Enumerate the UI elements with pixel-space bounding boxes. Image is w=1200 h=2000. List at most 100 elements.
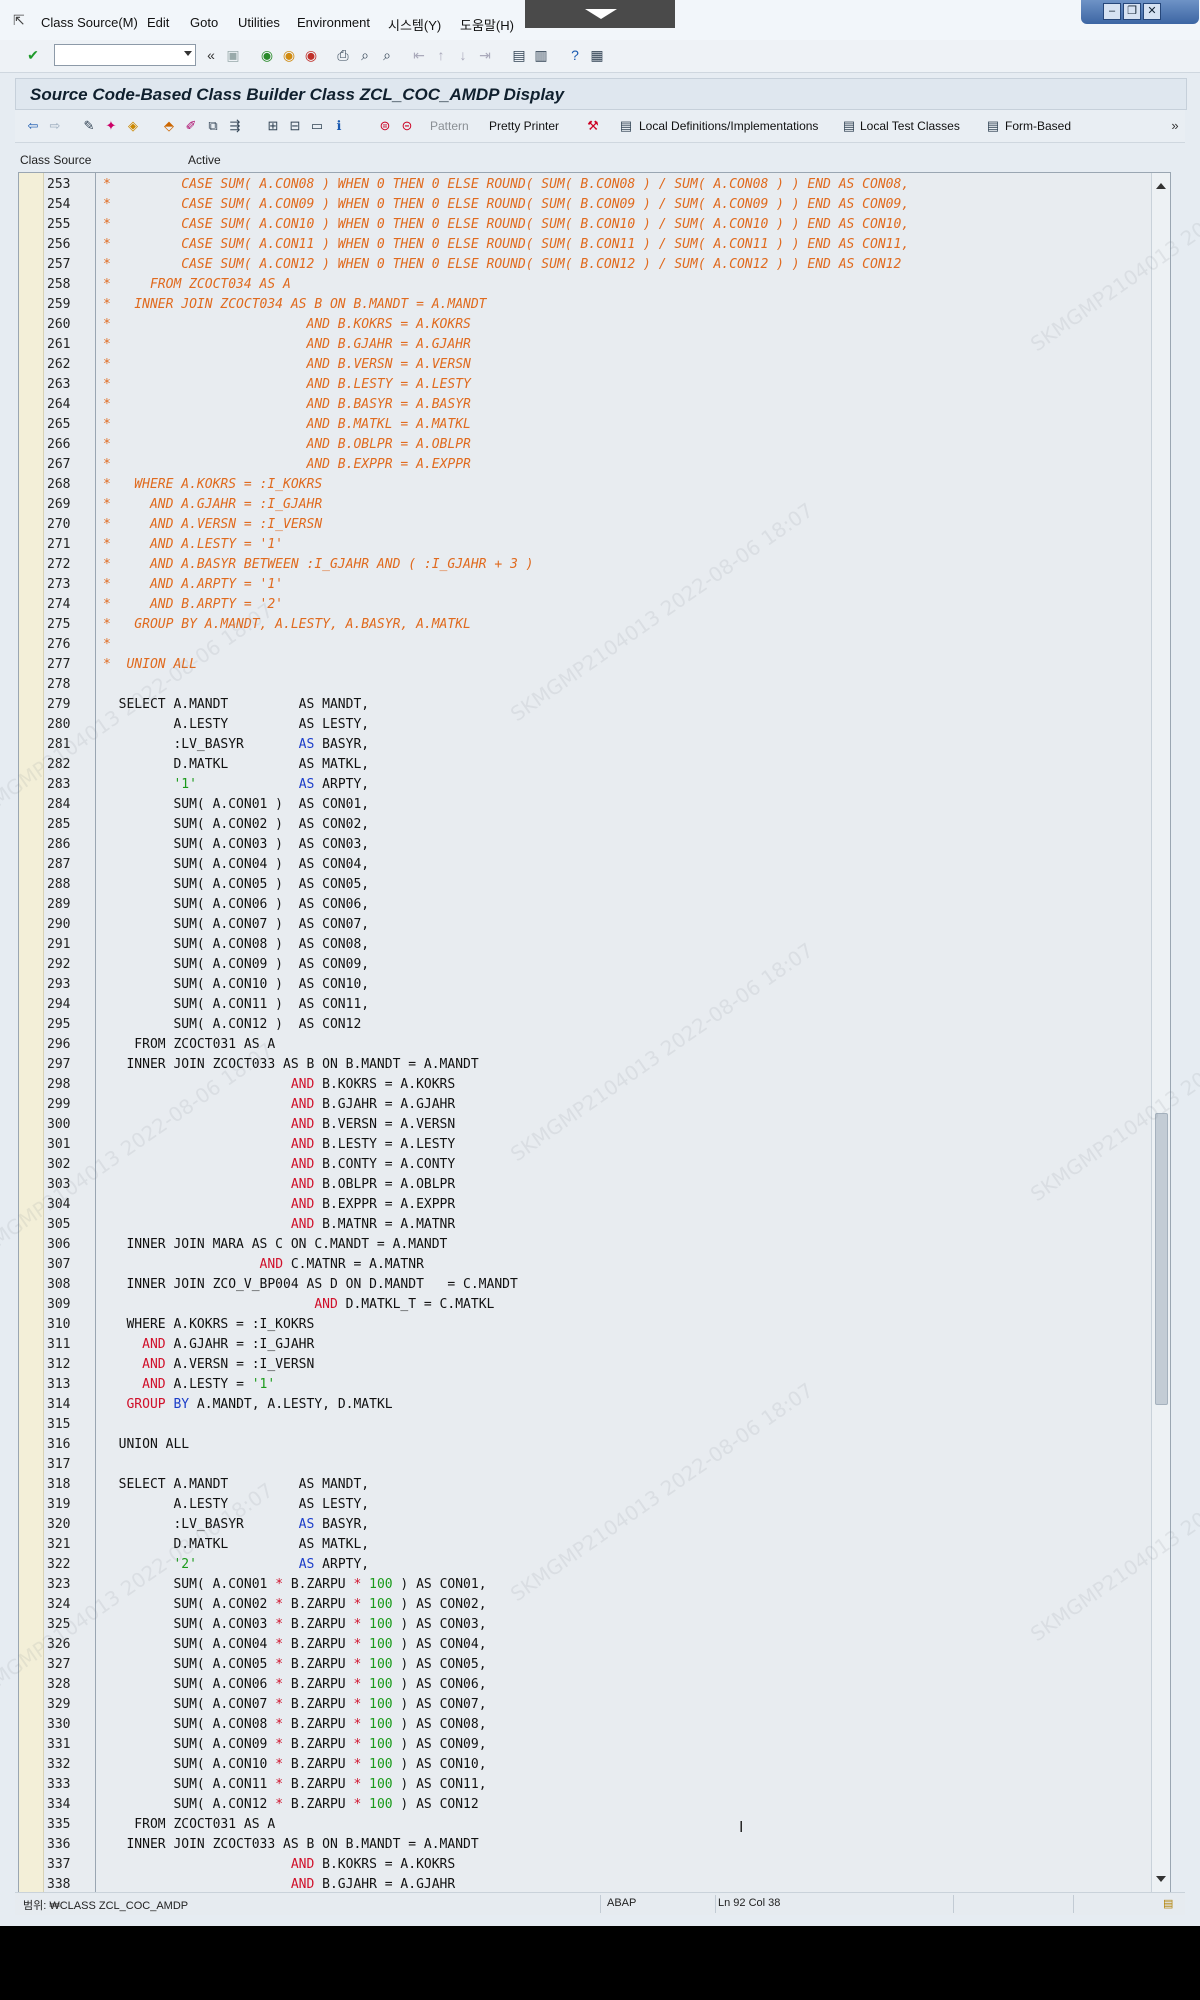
double-chevron-left-icon[interactable]: « [202, 46, 220, 64]
restore-icon[interactable]: ❐ [1123, 3, 1141, 20]
code-line[interactable]: 332 SUM( A.CON10 * B.ZARPU * 100 ) AS CO… [19, 1755, 1150, 1775]
menu-icon[interactable]: ⇱ [13, 12, 25, 29]
code-line[interactable]: 287 SUM( A.CON04 ) AS CON04, [19, 855, 1150, 875]
code-line[interactable]: 319 A.LESTY AS LESTY, [19, 1495, 1150, 1515]
code-line[interactable]: 313 AND A.LESTY = '1' [19, 1375, 1150, 1395]
code-line[interactable]: 255 * CASE SUM( A.CON10 ) WHEN 0 THEN 0 E… [19, 215, 1150, 235]
layout-icon[interactable]: ▦ [588, 46, 606, 64]
menu-goto[interactable]: Goto [190, 15, 218, 30]
find-icon[interactable]: ⌕ [356, 46, 374, 64]
code-line[interactable]: 329 SUM( A.CON07 * B.ZARPU * 100 ) AS CO… [19, 1695, 1150, 1715]
help-icon[interactable]: ? [566, 46, 584, 64]
settings-icon[interactable]: ⚒ [585, 118, 601, 134]
minimize-icon[interactable]: – [1103, 3, 1121, 20]
code-line[interactable]: 309 AND D.MATKL_T = C.MATKL [19, 1295, 1150, 1315]
code-line[interactable]: 304 AND B.EXPPR = A.EXPPR [19, 1195, 1150, 1215]
code-line[interactable]: 323 SUM( A.CON01 * B.ZARPU * 100 ) AS CO… [19, 1575, 1150, 1595]
code-line[interactable]: 262 * AND B.VERSN = A.VERSN [19, 355, 1150, 375]
code-line[interactable]: 311 AND A.GJAHR = :I_GJAHR [19, 1335, 1150, 1355]
more-icon[interactable]: » [1167, 118, 1183, 134]
info-icon[interactable]: ℹ [331, 118, 347, 134]
code-line[interactable]: 253 * CASE SUM( A.CON08 ) WHEN 0 THEN 0 E… [19, 175, 1150, 195]
code-line[interactable]: 294 SUM( A.CON11 ) AS CON11, [19, 995, 1150, 1015]
collapse-tab[interactable] [525, 0, 675, 28]
code-line[interactable]: 291 SUM( A.CON08 ) AS CON08, [19, 935, 1150, 955]
code-line[interactable]: 295 SUM( A.CON12 ) AS CON12 [19, 1015, 1150, 1035]
object-list-icon[interactable]: ⊞ [265, 118, 281, 134]
code-line[interactable]: 299 AND B.GJAHR = A.GJAHR [19, 1095, 1150, 1115]
code-line[interactable]: 324 SUM( A.CON02 * B.ZARPU * 100 ) AS CO… [19, 1595, 1150, 1615]
code-line[interactable]: 314 GROUP BY A.MANDT, A.LESTY, D.MATKL [19, 1395, 1150, 1415]
code-line[interactable]: 263 * AND B.LESTY = A.LESTY [19, 375, 1150, 395]
code-line[interactable]: 335 FROM ZCOCT031 AS A [19, 1815, 1150, 1835]
enter-icon[interactable]: ✔ [24, 46, 42, 64]
log-icon[interactable]: ▤ [1163, 1897, 1173, 1910]
code-line[interactable]: 303 AND B.OBLPR = A.OBLPR [19, 1175, 1150, 1195]
display-change-icon[interactable]: ✎ [81, 118, 97, 134]
previous-page-icon[interactable]: ↑ [432, 46, 450, 64]
code-line[interactable]: 316 UNION ALL [19, 1435, 1150, 1455]
back-icon[interactable]: ◉ [258, 46, 276, 64]
code-line[interactable]: 284 SUM( A.CON01 ) AS CON01, [19, 795, 1150, 815]
test-icon[interactable]: ⧉ [205, 118, 221, 134]
code-line[interactable]: 260 * AND B.KOKRS = A.KOKRS [19, 315, 1150, 335]
code-line[interactable]: 330 SUM( A.CON08 * B.ZARPU * 100 ) AS CO… [19, 1715, 1150, 1735]
code-line[interactable]: 337 AND B.KOKRS = A.KOKRS [19, 1855, 1150, 1875]
code-line[interactable]: 285 SUM( A.CON02 ) AS CON02, [19, 815, 1150, 835]
code-line[interactable]: 288 SUM( A.CON05 ) AS CON05, [19, 875, 1150, 895]
code-line[interactable]: 301 AND B.LESTY = A.LESTY [19, 1135, 1150, 1155]
menu-utilities[interactable]: Utilities [238, 15, 280, 30]
dropdown-arrow-icon[interactable] [184, 51, 192, 56]
code-line[interactable]: 312 AND A.VERSN = :I_VERSN [19, 1355, 1150, 1375]
code-line[interactable]: 283 '1' AS ARPTY, [19, 775, 1150, 795]
code-line[interactable]: 325 SUM( A.CON03 * B.ZARPU * 100 ) AS CO… [19, 1615, 1150, 1635]
code-line[interactable]: 268 * WHERE A.KOKRS = :I_KOKRS [19, 475, 1150, 495]
menu-system[interactable]: 시스템(Y) [388, 15, 441, 34]
code-line[interactable]: 318 SELECT A.MANDT AS MANDT, [19, 1475, 1150, 1495]
code-line[interactable]: 336 INNER JOIN ZCOCT033 AS B ON B.MANDT … [19, 1835, 1150, 1855]
save-icon[interactable]: ▣ [224, 46, 242, 64]
code-line[interactable]: 261 * AND B.GJAHR = A.GJAHR [19, 335, 1150, 355]
where-used-icon[interactable]: ⇶ [227, 118, 243, 134]
code-line[interactable]: 256 * CASE SUM( A.CON11 ) WHEN 0 THEN 0 E… [19, 235, 1150, 255]
pattern-button[interactable]: Pattern [430, 119, 469, 133]
breakpoint-icon[interactable]: ⊜ [377, 118, 393, 134]
vertical-scrollbar[interactable] [1151, 173, 1170, 1892]
code-line[interactable]: 273 * AND A.ARPTY = '1' [19, 575, 1150, 595]
menu-environment[interactable]: Environment [297, 15, 370, 30]
code-line[interactable]: 270 * AND A.VERSN = :I_VERSN [19, 515, 1150, 535]
first-page-icon[interactable]: ⇤ [410, 46, 428, 64]
code-line[interactable]: 320 :LV_BASYR AS BASYR, [19, 1515, 1150, 1535]
forward-arrow-icon[interactable]: ⇨ [47, 118, 63, 134]
code-line[interactable]: 281 :LV_BASYR AS BASYR, [19, 735, 1150, 755]
code-line[interactable]: 277 * UNION ALL [19, 655, 1150, 675]
code-line[interactable]: 275 * GROUP BY A.MANDT, A.LESTY, A.BASYR,… [19, 615, 1150, 635]
navigation-window-icon[interactable]: ⊟ [287, 118, 303, 134]
code-line[interactable]: 286 SUM( A.CON03 ) AS CON03, [19, 835, 1150, 855]
code-line[interactable]: 278 [19, 675, 1150, 695]
last-page-icon[interactable]: ⇥ [476, 46, 494, 64]
code-line[interactable]: 272 * AND A.BASYR BETWEEN :I_GJAHR AND ( … [19, 555, 1150, 575]
code-line[interactable]: 266 * AND B.OBLPR = A.OBLPR [19, 435, 1150, 455]
code-line[interactable]: 308 INNER JOIN ZCO_V_BP004 AS D ON D.MAN… [19, 1275, 1150, 1295]
code-line[interactable]: 279 SELECT A.MANDT AS MANDT, [19, 695, 1150, 715]
code-line[interactable]: 321 D.MATKL AS MATKL, [19, 1535, 1150, 1555]
code-line[interactable]: 254 * CASE SUM( A.CON09 ) WHEN 0 THEN 0 E… [19, 195, 1150, 215]
exit-icon[interactable]: ◉ [280, 46, 298, 64]
code-line[interactable]: 271 * AND A.LESTY = '1' [19, 535, 1150, 555]
scroll-down-icon[interactable] [1156, 1876, 1166, 1882]
code-line[interactable]: 310 WHERE A.KOKRS = :I_KOKRS [19, 1315, 1150, 1335]
code-line[interactable]: 307 AND C.MATNR = A.MATNR [19, 1255, 1150, 1275]
code-editor[interactable]: 253 * CASE SUM( A.CON08 ) WHEN 0 THEN 0 E… [18, 172, 1171, 1893]
code-line[interactable]: 264 * AND B.BASYR = A.BASYR [19, 395, 1150, 415]
code-line[interactable]: 297 INNER JOIN ZCOCT033 AS B ON B.MANDT … [19, 1055, 1150, 1075]
code-line[interactable]: 315 [19, 1415, 1150, 1435]
local-definitions-button[interactable]: Local Definitions/Implementations [639, 119, 818, 133]
next-page-icon[interactable]: ↓ [454, 46, 472, 64]
code-line[interactable]: 296 FROM ZCOCT031 AS A [19, 1035, 1150, 1055]
code-line[interactable]: 259 * INNER JOIN ZCOCT034 AS B ON B.MANDT… [19, 295, 1150, 315]
print-icon[interactable]: ⎙ [334, 46, 352, 64]
local-test-classes-button[interactable]: Local Test Classes [860, 119, 960, 133]
pretty-printer-button[interactable]: Pretty Printer [489, 119, 559, 133]
code-line[interactable]: 280 A.LESTY AS LESTY, [19, 715, 1150, 735]
